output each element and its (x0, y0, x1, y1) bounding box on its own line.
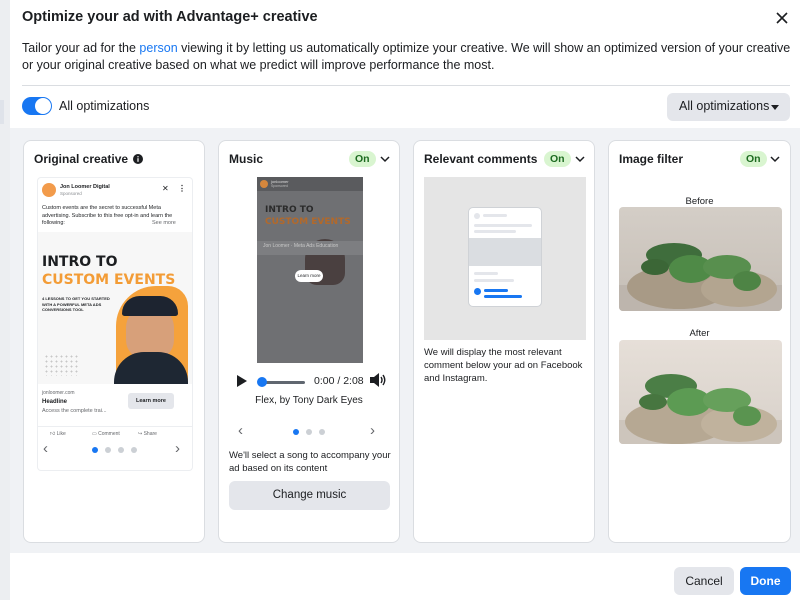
story-avatar (260, 180, 268, 188)
after-photo (619, 340, 782, 444)
filter-on-badge: On (740, 151, 767, 167)
mock-line (474, 230, 516, 233)
chevron-right-icon[interactable]: › (370, 423, 375, 439)
play-icon[interactable] (237, 375, 247, 387)
music-description: We'll select a song to accompany your ad… (229, 450, 391, 474)
chevron-left-icon[interactable]: ‹ (238, 423, 243, 439)
page-avatar (42, 183, 56, 197)
cancel-button[interactable]: Cancel (674, 567, 734, 595)
mock-comment-line (484, 295, 522, 298)
story-band-text: Jon Loomer · Meta Ads Education (263, 243, 339, 249)
story-sponsored: Sponsored (271, 184, 288, 188)
link-subtitle: Access the complete trai... (42, 408, 107, 414)
mock-comment-avatar (474, 288, 481, 295)
after-label: After (689, 328, 710, 339)
song-name: Flex, by Tony Dark Eyes (255, 395, 363, 406)
person-link[interactable]: person (139, 41, 177, 55)
like-icon: 👍︎ (50, 431, 57, 437)
person-cap (122, 296, 178, 316)
carousel-dot[interactable] (118, 447, 124, 453)
comments-on-badge: On (544, 151, 571, 167)
mock-line (483, 214, 507, 217)
card-music: Music On jonloomer Sponsored INTRO TO CU… (218, 140, 400, 543)
mock-line (474, 279, 514, 282)
image-headline-1: INTRO TO (42, 254, 118, 270)
carousel-dot[interactable] (105, 447, 111, 453)
carousel-dots-music (293, 429, 333, 435)
carousel-dot[interactable] (306, 429, 312, 435)
description-text-1: Tailor your ad for the (22, 41, 140, 55)
comments-illustration (424, 177, 586, 340)
before-label: Before (685, 196, 714, 207)
dot-grid (44, 354, 78, 376)
story-line-1: INTRO TO (265, 205, 314, 215)
card-title-filter: Image filter (619, 152, 684, 166)
see-more-link[interactable]: See more (152, 220, 176, 226)
carousel-dot[interactable] (131, 447, 137, 453)
post-image: INTRO TO CUSTOM EVENTS 4 LESSONS TO GET … (38, 232, 192, 384)
caret-down-icon (771, 105, 779, 110)
card-original-creative: Original creative Jon Loomer Digital Spo… (23, 140, 205, 543)
carousel-dot[interactable] (92, 447, 98, 453)
close-icon[interactable] (770, 6, 794, 30)
divider (22, 85, 790, 86)
post-close-icon[interactable]: ✕ (162, 184, 169, 193)
carousel-dots-original (92, 447, 142, 453)
panels-area: Original creative Jon Loomer Digital Spo… (10, 128, 800, 553)
card-image-filter: Image filter On Before After (608, 140, 791, 543)
more-icon[interactable]: ⋮ (178, 184, 186, 193)
chevron-left-icon[interactable]: ‹ (43, 441, 48, 457)
link-site: jonloomer.com (42, 390, 75, 396)
left-strip-marker (0, 100, 4, 124)
chevron-right-icon[interactable]: › (175, 441, 180, 457)
like-action[interactable]: 👍︎ Like (50, 431, 66, 437)
phone-mockup (468, 207, 542, 307)
link-headline: Headline (42, 399, 68, 405)
advantage-modal: Optimize your ad with Advantage+ creativ… (10, 0, 800, 600)
change-music-button[interactable]: Change music (229, 481, 390, 510)
mock-comment-line (484, 289, 508, 292)
share-action[interactable]: ↪ Share (138, 431, 157, 437)
mock-line (474, 224, 532, 227)
carousel-dot[interactable] (293, 429, 299, 435)
image-lessons: 4 LESSONS TO GET YOU STARTED WITH A POWE… (42, 296, 110, 312)
card-title-original: Original creative (34, 152, 144, 166)
dropdown-value: All optimizations (679, 99, 770, 113)
modal-title: Optimize your ad with Advantage+ creativ… (22, 9, 318, 25)
post-preview: Jon Loomer Digital Sponsored ✕ ⋮ Custom … (38, 178, 192, 470)
chevron-down-icon[interactable] (573, 152, 587, 166)
chevron-down-icon[interactable] (768, 152, 782, 166)
story-preview: jonloomer Sponsored INTRO TO CUSTOM EVEN… (257, 177, 363, 363)
learn-more-button[interactable]: Learn more (128, 393, 174, 409)
audio-progress-thumb[interactable] (257, 377, 267, 387)
mock-media (469, 238, 541, 266)
mock-line (474, 272, 498, 275)
comments-description: We will display the most relevant commen… (424, 347, 583, 384)
card-title-comments: Relevant comments (424, 152, 538, 166)
audio-time: 0:00 / 2:08 (314, 375, 364, 387)
optimizations-dropdown[interactable]: All optimizations (667, 93, 790, 121)
comment-action[interactable]: ▭ Comment (92, 431, 120, 437)
done-button[interactable]: Done (740, 567, 791, 595)
story-line-2: CUSTOM EVENTS (265, 217, 351, 227)
modal-footer: Cancel Done (10, 553, 800, 600)
before-photo (619, 207, 782, 311)
story-learn-more-button[interactable]: Learn more (295, 270, 323, 282)
mock-avatar (474, 213, 480, 219)
info-icon[interactable] (133, 154, 144, 164)
volume-icon[interactable] (369, 372, 387, 388)
toggle-label: All optimizations (59, 99, 150, 113)
all-optimizations-toggle[interactable] (22, 97, 52, 115)
music-on-badge: On (349, 151, 376, 167)
post-actions: 👍︎ Like ▭ Comment ↪ Share (38, 426, 192, 440)
left-strip (0, 0, 10, 600)
chevron-down-icon[interactable] (378, 152, 392, 166)
toggle-knob (35, 98, 51, 114)
page-name: Jon Loomer Digital (60, 184, 110, 190)
sponsored-label: Sponsored (60, 191, 82, 196)
card-title-music: Music (229, 152, 264, 166)
card-relevant-comments: Relevant comments On We will display the… (413, 140, 595, 543)
carousel-dot[interactable] (319, 429, 325, 435)
modal-description: Tailor your ad for the person viewing it… (22, 40, 792, 74)
